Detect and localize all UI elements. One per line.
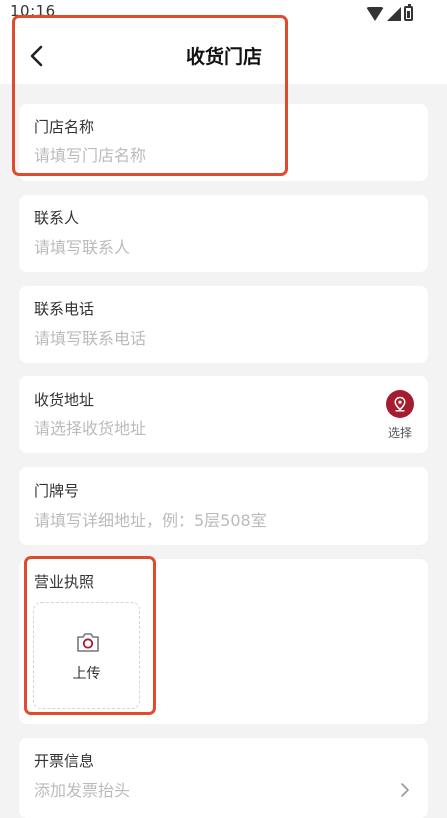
house-number-input[interactable]: 请填写详细地址，例：5层508室 bbox=[34, 507, 267, 531]
business-license-card: 营业执照 上传 bbox=[19, 559, 428, 724]
store-name-label: 门店名称 bbox=[34, 118, 95, 136]
upload-license-button[interactable]: 上传 bbox=[33, 602, 140, 709]
house-number-label: 门牌号 bbox=[34, 482, 80, 500]
upload-label: 上传 bbox=[72, 666, 101, 682]
back-icon bbox=[30, 45, 43, 67]
invoice-input[interactable]: 添加发票抬头 bbox=[34, 777, 130, 801]
store-name-input[interactable]: 请填写门店名称 bbox=[34, 142, 146, 166]
contact-label: 联系人 bbox=[34, 209, 80, 227]
status-time: 10:16 bbox=[10, 2, 56, 20]
wifi-icon bbox=[366, 6, 384, 21]
camera-icon bbox=[77, 633, 99, 652]
contact-input[interactable]: 请填写联系人 bbox=[34, 234, 130, 258]
business-license-label: 营业执照 bbox=[34, 573, 95, 591]
battery-icon bbox=[404, 4, 413, 21]
invoice-label: 开票信息 bbox=[34, 752, 95, 770]
address-input[interactable]: 请选择收货地址 bbox=[34, 415, 146, 439]
phone-input[interactable]: 请填写联系电话 bbox=[34, 325, 146, 349]
address-label: 收货地址 bbox=[34, 391, 95, 409]
chevron-right-icon bbox=[401, 783, 409, 797]
signal-icon bbox=[387, 6, 401, 21]
select-address-label: 选择 bbox=[387, 426, 412, 440]
status-icons bbox=[366, 4, 413, 21]
address-field[interactable]: 收货地址 请选择收货地址 选择 bbox=[19, 376, 428, 453]
top-bar: 10:16 收货门店 bbox=[0, 0, 447, 84]
phone-label: 联系电话 bbox=[34, 300, 95, 318]
contact-field[interactable]: 联系人 请填写联系人 bbox=[19, 195, 428, 272]
store-name-field[interactable]: 门店名称 请填写门店名称 bbox=[19, 104, 428, 181]
location-pin-icon bbox=[386, 390, 414, 418]
select-address-button[interactable]: 选择 bbox=[385, 390, 415, 441]
page-title: 收货门店 bbox=[186, 46, 263, 68]
back-button[interactable] bbox=[26, 42, 48, 70]
house-number-field[interactable]: 门牌号 请填写详细地址，例：5层508室 bbox=[19, 467, 428, 545]
invoice-field[interactable]: 开票信息 添加发票抬头 bbox=[19, 738, 428, 818]
phone-field[interactable]: 联系电话 请填写联系电话 bbox=[19, 286, 428, 363]
